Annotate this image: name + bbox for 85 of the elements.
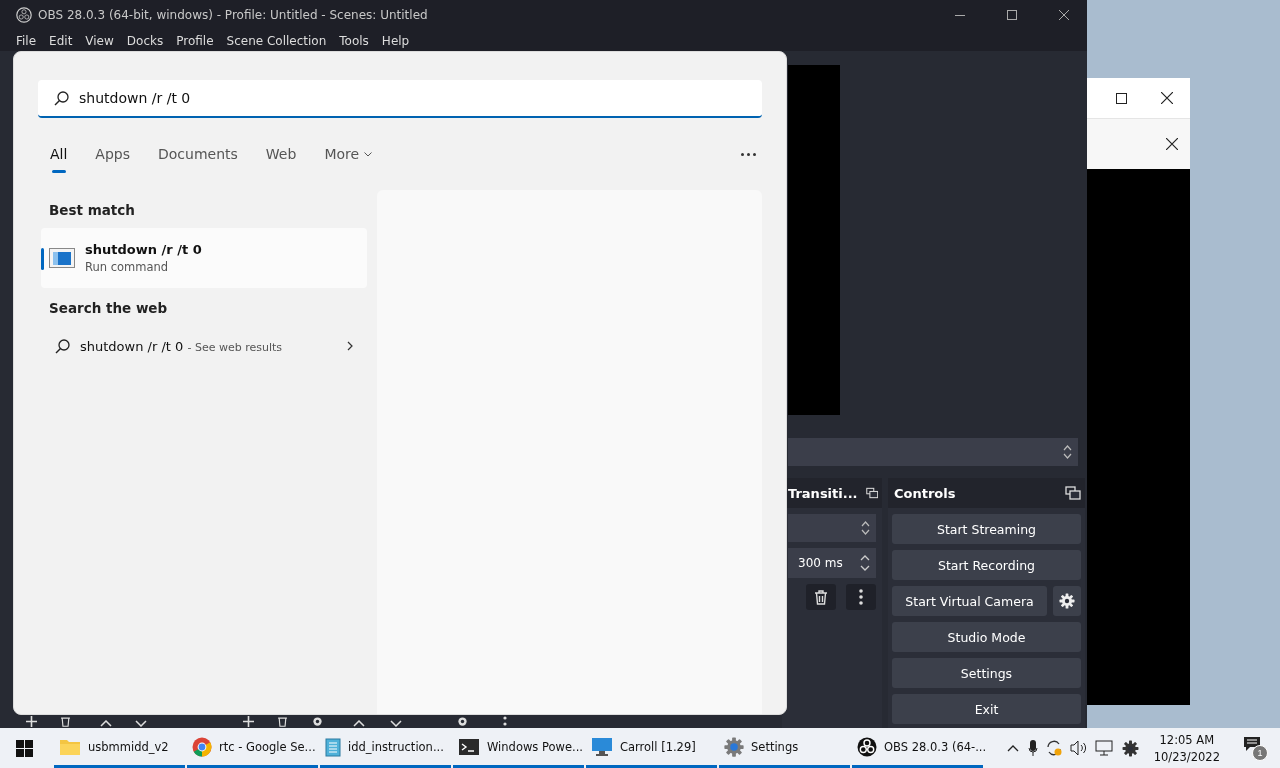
app-logo-icon	[857, 736, 877, 757]
control-button[interactable]: Start Streaming	[892, 514, 1081, 544]
plus-icon[interactable]	[26, 716, 37, 727]
app-logo-icon	[16, 7, 32, 23]
section-heading: Search the web	[48, 299, 169, 318]
dock-title: Controls	[894, 485, 956, 501]
trash-icon	[814, 589, 828, 605]
menu-item[interactable]: Docks	[126, 33, 164, 48]
filter-tab[interactable]: All	[50, 142, 68, 176]
microphone-icon[interactable]	[1027, 739, 1038, 757]
folder-icon	[59, 737, 81, 756]
web-result[interactable]: shutdown /r /t 0 - See web results	[41, 326, 367, 366]
taskbar-app[interactable]: rtc - Google Se...	[187, 728, 318, 768]
message-icon	[1243, 735, 1261, 752]
updown-icon	[1063, 444, 1072, 460]
section-heading: Best match	[48, 201, 136, 220]
settings-button[interactable]	[1053, 586, 1081, 616]
menu-item[interactable]: View	[85, 33, 114, 48]
menu-item[interactable]: Edit	[49, 33, 73, 48]
dropdown-tab[interactable]: More	[324, 142, 373, 176]
browser-icon	[192, 736, 212, 757]
menu-item[interactable]: Profile	[176, 33, 214, 48]
gear-icon[interactable]	[312, 716, 323, 727]
filter-tab[interactable]: Documents	[158, 142, 238, 176]
filter-tab[interactable]: Apps	[95, 142, 130, 176]
control-button[interactable]: Exit	[892, 694, 1081, 724]
minimize-icon[interactable]	[955, 14, 965, 16]
trash-icon[interactable]	[60, 716, 71, 727]
sync-icon[interactable]	[1044, 739, 1063, 757]
remove-button[interactable]	[806, 584, 836, 610]
control-button[interactable]: Settings	[892, 658, 1081, 688]
undock-icon[interactable]	[865, 486, 878, 500]
undock-icon[interactable]	[1065, 486, 1081, 500]
duration-field[interactable]: 300 ms	[788, 548, 876, 578]
close-icon[interactable]	[1059, 10, 1069, 20]
menu-item[interactable]: Tools	[339, 33, 369, 48]
monitor-icon	[591, 736, 613, 757]
control-button[interactable]: Studio Mode	[892, 622, 1081, 652]
more-icon[interactable]	[503, 716, 507, 727]
more-button[interactable]	[846, 584, 876, 610]
window-icon	[49, 248, 75, 268]
maximize-icon[interactable]	[1115, 92, 1127, 104]
updown-icon	[861, 520, 870, 536]
close-icon[interactable]	[1161, 92, 1173, 104]
taskbar-app[interactable]: Settings	[719, 728, 850, 768]
dock-title: Transiti...	[788, 485, 858, 501]
chevron-down-icon	[860, 565, 870, 571]
search-field[interactable]: shutdown /r /t 0	[38, 80, 762, 118]
close-icon[interactable]	[1166, 138, 1178, 150]
windows-logo-icon	[15, 739, 33, 757]
volume-icon[interactable]	[1069, 740, 1088, 756]
clock[interactable]: 12:05 AM 10/23/2022	[1147, 732, 1226, 764]
window-title: OBS 28.0.3 (64-bit, windows) - Profile: Untitled - Scenes: Untitled	[38, 8, 429, 22]
trash-icon[interactable]	[277, 716, 288, 727]
chevron-up-icon[interactable]	[353, 720, 365, 727]
best-match-result[interactable]: shutdown /r /t 0 Run command	[41, 228, 367, 288]
chevron-right-icon	[347, 341, 353, 351]
gear-icon[interactable]	[457, 716, 468, 727]
menu-item[interactable]: Scene Collection	[226, 33, 327, 48]
gear-icon	[1059, 593, 1075, 609]
menu-item[interactable]: Help	[381, 33, 410, 48]
more-icon	[859, 589, 863, 605]
taskbar-app[interactable]: usbmmidd_v2	[54, 728, 185, 768]
taskbar-app[interactable]: OBS 28.0.3 (64-...	[852, 728, 983, 768]
network-icon[interactable]	[1094, 740, 1113, 756]
notifications-button[interactable]: 1	[1243, 735, 1268, 761]
terminal-icon	[458, 737, 480, 756]
chevron-down-icon[interactable]	[390, 720, 402, 727]
taskbar-app[interactable]: Windows Powe...	[453, 728, 584, 768]
maximize-icon[interactable]	[1007, 10, 1017, 20]
notepad-icon	[325, 736, 341, 757]
control-button[interactable]: Start Virtual Camera	[892, 586, 1047, 616]
menu-item[interactable]: File	[16, 33, 37, 48]
gear-icon	[1121, 739, 1139, 757]
taskbar-app[interactable]: Carroll [1.29]	[586, 728, 717, 768]
search-icon	[55, 338, 70, 354]
plus-icon[interactable]	[243, 716, 254, 727]
filter-tab[interactable]: Web	[265, 142, 297, 176]
control-button[interactable]: Start Recording	[892, 550, 1081, 580]
chevron-up-icon	[860, 555, 870, 561]
chevron-down-icon[interactable]	[135, 720, 147, 727]
taskbar-app[interactable]: idd_instruction...	[320, 728, 451, 768]
gear-icon	[724, 736, 744, 757]
caret-icon	[364, 151, 373, 157]
chevron-up-icon[interactable]	[100, 720, 112, 727]
